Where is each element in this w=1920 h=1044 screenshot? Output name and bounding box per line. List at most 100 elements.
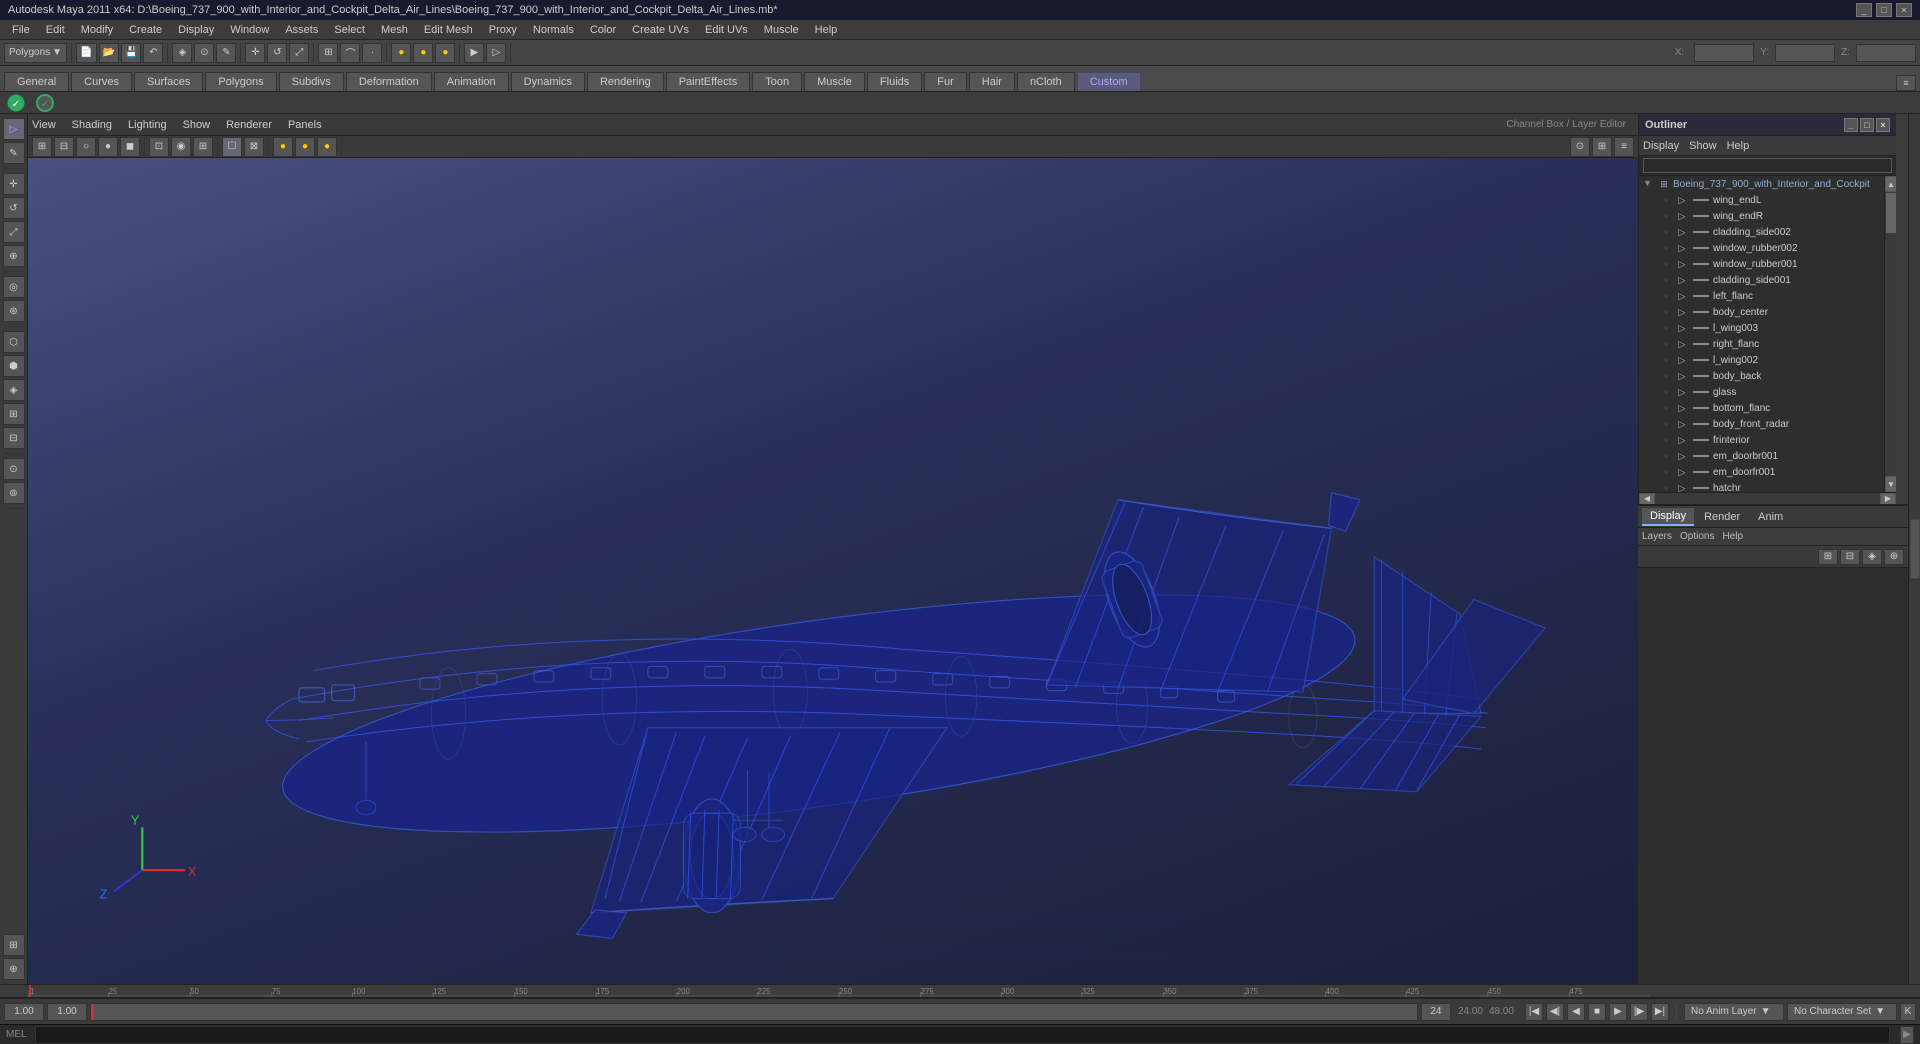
lasso-tool[interactable]: ⊙	[194, 43, 214, 63]
scroll-down-button[interactable]: ▼	[1885, 476, 1896, 492]
light-btn3[interactable]: ●	[435, 43, 455, 63]
cb-tool-3[interactable]: ◈	[1862, 549, 1882, 565]
outliner-item-6[interactable]: ◦ ▷ left_flanc	[1655, 288, 1884, 304]
go-to-end-button[interactable]: ▶|	[1651, 1003, 1669, 1021]
light-btn2[interactable]: ●	[413, 43, 433, 63]
char-set-dropdown[interactable]: No Character Set ▼	[1787, 1003, 1897, 1021]
cb-sub-layers[interactable]: Layers	[1642, 531, 1672, 542]
command-input[interactable]	[35, 1026, 1890, 1044]
outliner-scrollbar[interactable]: ▲ ▼	[1884, 176, 1896, 492]
menu-muscle[interactable]: Muscle	[756, 22, 807, 38]
current-frame-input[interactable]: 1.00	[4, 1003, 44, 1021]
shelf-icon-checkmark1[interactable]: ✓	[2, 93, 30, 113]
outliner-item-11[interactable]: ◦ ▷ body_back	[1655, 368, 1884, 384]
tab-muscle[interactable]: Muscle	[804, 72, 865, 91]
menu-create-uvs[interactable]: Create UVs	[624, 22, 697, 38]
vis-icon-8[interactable]: ◦	[1659, 321, 1673, 335]
tab-ncloth[interactable]: nCloth	[1017, 72, 1075, 91]
outliner-item-15[interactable]: ◦ ▷ frinterior	[1655, 432, 1884, 448]
title-bar-controls[interactable]: _ □ ×	[1856, 3, 1912, 17]
vis-icon-1[interactable]: ◦	[1659, 209, 1673, 223]
outliner-item-10[interactable]: ◦ ▷ l_wing002	[1655, 352, 1884, 368]
vp-tb-light3[interactable]: ●	[317, 137, 337, 157]
tab-custom[interactable]: Custom	[1077, 72, 1141, 91]
tab-general[interactable]: General	[4, 72, 69, 91]
vp-menu-lighting[interactable]: Lighting	[128, 119, 167, 131]
menu-display[interactable]: Display	[170, 22, 222, 38]
cb-tab-anim[interactable]: Anim	[1750, 509, 1791, 525]
outliner-item-8[interactable]: ◦ ▷ l_wing003	[1655, 320, 1884, 336]
vis-icon-13[interactable]: ◦	[1659, 401, 1673, 415]
merge-btn[interactable]: ◈	[3, 379, 25, 401]
vp-tb-btn1[interactable]: ⊞	[32, 137, 52, 157]
vp-tb-hud[interactable]: ≡	[1614, 137, 1634, 157]
universal-tool-btn[interactable]: ⊕	[3, 245, 25, 267]
axis-btn[interactable]: ⊕	[3, 958, 25, 980]
tab-toon[interactable]: Toon	[752, 72, 802, 91]
outliner-item-1[interactable]: ◦ ▷ wing_endR	[1655, 208, 1884, 224]
outliner-menu-help[interactable]: Help	[1727, 140, 1750, 152]
vp-menu-view[interactable]: View	[32, 119, 56, 131]
cb-tool-1[interactable]: ⊞	[1818, 549, 1838, 565]
vp-tb-wire[interactable]: ⊡	[149, 137, 169, 157]
tab-subdivs[interactable]: Subdivs	[279, 72, 344, 91]
expand-status-button[interactable]: ▶	[1900, 1026, 1914, 1044]
quick-layout-btn[interactable]: ⊞	[3, 934, 25, 956]
vp-menu-renderer[interactable]: Renderer	[226, 119, 272, 131]
outliner-minimize[interactable]: _	[1844, 118, 1858, 132]
menu-file[interactable]: File	[4, 22, 38, 38]
tab-surfaces[interactable]: Surfaces	[134, 72, 203, 91]
vis-icon-9[interactable]: ◦	[1659, 337, 1673, 351]
scale-tool[interactable]: ⤢	[289, 43, 309, 63]
move-tool[interactable]: ✛	[245, 43, 265, 63]
outliner-item-17[interactable]: ◦ ▷ em_doorfr001	[1655, 464, 1884, 480]
scroll-thumb[interactable]	[1886, 193, 1896, 233]
soft-select-btn[interactable]: ◎	[3, 276, 25, 298]
light-btn1[interactable]: ●	[391, 43, 411, 63]
outliner-item-13[interactable]: ◦ ▷ bottom_flanc	[1655, 400, 1884, 416]
vis-icon-15[interactable]: ◦	[1659, 433, 1673, 447]
ring-btn[interactable]: ⊚	[3, 482, 25, 504]
tab-painteffects[interactable]: PaintEffects	[666, 72, 751, 91]
select-mode-btn[interactable]: ▷	[3, 118, 25, 140]
paint-select-tool[interactable]: ✎	[216, 43, 236, 63]
extrude-btn[interactable]: ⬡	[3, 331, 25, 353]
vis-icon-5[interactable]: ◦	[1659, 273, 1673, 287]
vp-tb-tex[interactable]: ⊞	[193, 137, 213, 157]
vp-tb-shaded[interactable]: ◼	[120, 137, 140, 157]
vis-icon-6[interactable]: ◦	[1659, 289, 1673, 303]
bridge-btn[interactable]: ⬢	[3, 355, 25, 377]
outliner-item-3[interactable]: ◦ ▷ window_rubber002	[1655, 240, 1884, 256]
vis-icon-16[interactable]: ◦	[1659, 449, 1673, 463]
vis-icon-4[interactable]: ◦	[1659, 257, 1673, 271]
vis-icon-2[interactable]: ◦	[1659, 225, 1673, 239]
cb-tool-2[interactable]: ⊟	[1840, 549, 1860, 565]
vis-icon-11[interactable]: ◦	[1659, 369, 1673, 383]
bevel-btn[interactable]: ⊟	[3, 427, 25, 449]
vp-tb-cam-attr[interactable]: ⊙	[1570, 137, 1590, 157]
step-forward-button[interactable]: |▶	[1630, 1003, 1648, 1021]
vp-tb-btn3[interactable]: ○	[76, 137, 96, 157]
scale-tool-btn[interactable]: ⤢	[3, 221, 25, 243]
outliner-search-bar[interactable]	[1639, 156, 1896, 176]
coord-x-value[interactable]	[1694, 44, 1754, 62]
outliner-item-12[interactable]: ◦ ▷ glass	[1655, 384, 1884, 400]
vis-icon-14[interactable]: ◦	[1659, 417, 1673, 431]
hscroll-left-button[interactable]: ◀	[1639, 493, 1655, 505]
vp-tb-isolate[interactable]: ⊠	[244, 137, 264, 157]
vp-tb-btn2[interactable]: ⊟	[54, 137, 74, 157]
coord-y-value[interactable]	[1775, 44, 1835, 62]
vis-icon-3[interactable]: ◦	[1659, 241, 1673, 255]
tab-rendering[interactable]: Rendering	[587, 72, 664, 91]
tab-dynamics[interactable]: Dynamics	[511, 72, 585, 91]
vis-icon-18[interactable]: ◦	[1659, 481, 1673, 492]
vp-tb-xray[interactable]: ☐	[222, 137, 242, 157]
move-tool-btn[interactable]: ✛	[3, 173, 25, 195]
snap-to-point[interactable]: ·	[362, 43, 382, 63]
minimize-button[interactable]: _	[1856, 3, 1872, 17]
vp-tb-light2[interactable]: ●	[295, 137, 315, 157]
split-btn[interactable]: ⊞	[3, 403, 25, 425]
outliner-item-9[interactable]: ◦ ▷ right_flanc	[1655, 336, 1884, 352]
paint-btn[interactable]: ✎	[3, 142, 25, 164]
tab-hair[interactable]: Hair	[969, 72, 1015, 91]
